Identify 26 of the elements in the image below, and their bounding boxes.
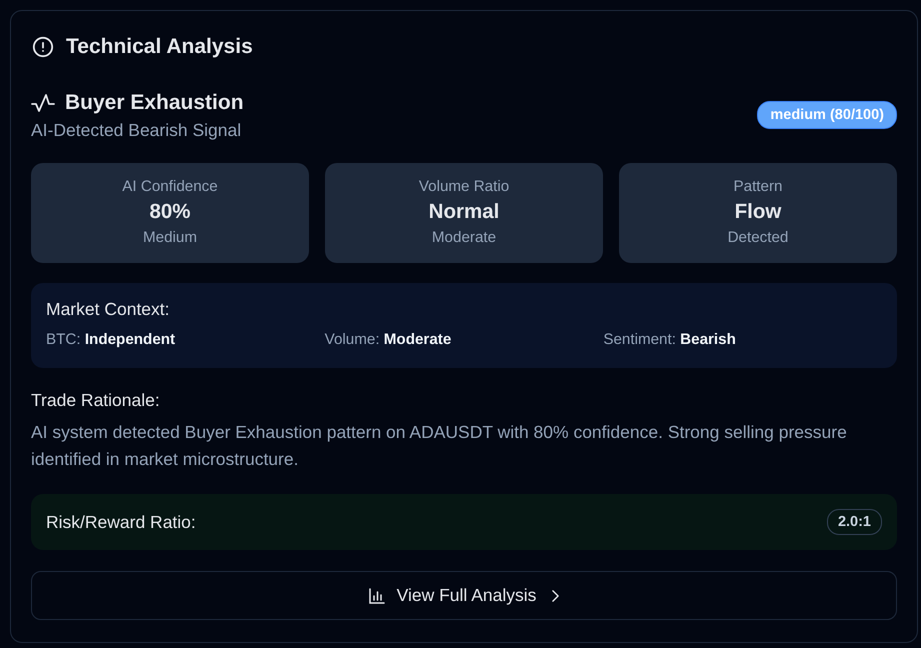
market-context-item: Volume: Moderate [324,330,452,350]
stat-value: Flow [734,199,782,225]
signal-subtitle: AI-Detected Bearish Signal [31,119,242,141]
view-analysis-button[interactable]: View Full Analysis [31,571,897,620]
risk-reward-badge: 2.0:1 [826,509,882,535]
alert-circle-icon [32,36,54,58]
stat-label: AI Confidence [122,177,218,197]
stat-note: Detected [728,228,788,248]
market-context-item: Sentiment: Bearish [603,330,736,350]
stat-value: 80% [149,199,191,225]
stat-value: Normal [428,199,500,225]
market-context-title: Market Context: [46,298,171,320]
rationale-title: Trade Rationale: [31,389,161,411]
stat-label: Volume Ratio [418,177,510,197]
stat-label: Pattern [734,177,782,197]
chevron-right-icon [552,590,560,602]
pulse-icon [31,94,55,112]
strength-badge: medium (80/100) [757,100,897,128]
rationale-text: AI system detected Buyer Exhaustion pattern on ADAUSDT with 80% confidence. Strong selling pressure identified in market microstructure. [31,421,848,471]
market-context-item: BTC: Independent [46,330,176,350]
stat-note: Moderate [432,228,496,248]
stat-note: Medium [142,228,198,248]
signal-title: Buyer Exhaustion [65,90,244,116]
section-title: Technical Analysis [66,34,253,60]
bar-chart-icon [368,588,385,604]
risk-reward-label: Risk/Reward Ratio: [46,512,196,532]
